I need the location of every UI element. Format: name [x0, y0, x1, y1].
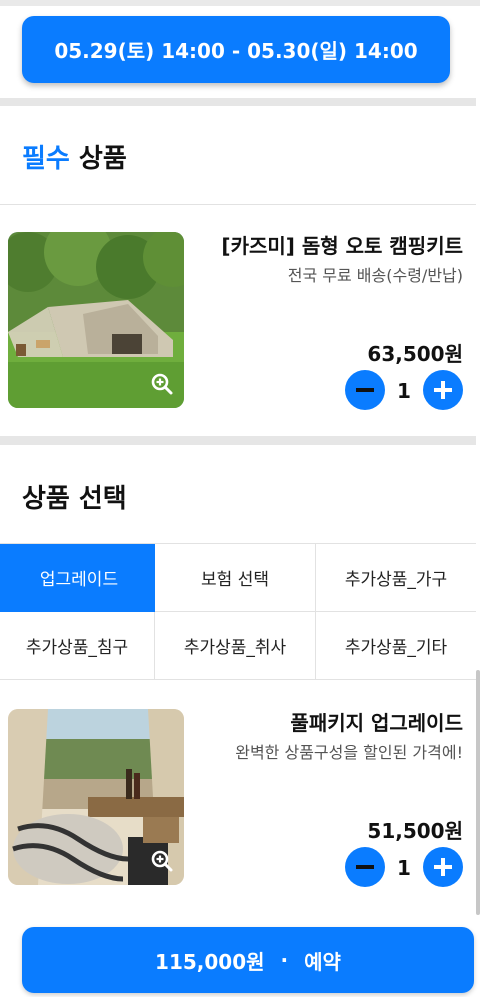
decrease-quantity-button[interactable] [345, 370, 385, 410]
scrollbar[interactable] [476, 670, 480, 915]
book-label: 예약 [304, 949, 341, 974]
top-divider [0, 0, 480, 6]
total-price: 115,000원 [155, 949, 265, 974]
minus-icon [356, 388, 374, 392]
tent-product-image[interactable] [8, 232, 184, 408]
quantity-value: 1 [397, 379, 411, 403]
plus-icon [434, 858, 452, 876]
tab-extra-furniture[interactable]: 추가상품_가구 [316, 544, 476, 612]
upgrade-product-image[interactable] [8, 709, 184, 885]
separator-dot: · [280, 948, 289, 972]
section-divider [0, 98, 476, 106]
upgrade-product-price: 51,500원 [367, 819, 463, 843]
required-section-title: 필수 상품 [22, 138, 127, 175]
tab-extra-bedding[interactable]: 추가상품_침구 [0, 612, 155, 680]
tab-upgrade[interactable]: 업그레이드 [0, 544, 159, 612]
upgrade-product-subtitle: 완벽한 상품구성을 할인된 가격에! [235, 743, 463, 762]
tab-extra-other[interactable]: 추가상품_기타 [316, 612, 476, 680]
quantity-value: 1 [397, 856, 411, 880]
selection-section-title: 상품 선택 [22, 484, 127, 514]
decrease-quantity-button[interactable] [345, 847, 385, 887]
increase-quantity-button[interactable] [423, 847, 463, 887]
zoom-in-icon[interactable] [150, 372, 174, 396]
section-divider [0, 436, 476, 445]
divider-line [0, 204, 476, 205]
required-product-price: 63,500원 [367, 342, 463, 366]
required-title-accent: 필수 [22, 144, 70, 174]
zoom-in-icon[interactable] [150, 849, 174, 873]
required-product-subtitle: 전국 무료 배송(수령/반납) [287, 266, 463, 285]
category-tabs: 업그레이드 보험 선택 추가상품_가구 추가상품_침구 추가상품_취사 추가상품… [0, 543, 476, 680]
plus-icon [434, 381, 452, 399]
minus-icon [356, 865, 374, 869]
required-title-rest: 상품 [69, 144, 127, 174]
date-range-button[interactable]: 05.29(토) 14:00 - 05.30(일) 14:00 [22, 16, 450, 83]
increase-quantity-button[interactable] [423, 370, 463, 410]
upgrade-product-name: 풀패키지 업그레이드 [290, 711, 463, 735]
required-product-name: [카즈미] 돔형 오토 캠핑키트 [221, 234, 463, 258]
tab-extra-cooking[interactable]: 추가상품_취사 [155, 612, 316, 680]
date-range-label: 05.29(토) 14:00 - 05.30(일) 14:00 [54, 39, 418, 63]
book-button[interactable]: 115,000원 · 예약 [22, 927, 474, 993]
tab-insurance[interactable]: 보험 선택 [155, 544, 316, 612]
